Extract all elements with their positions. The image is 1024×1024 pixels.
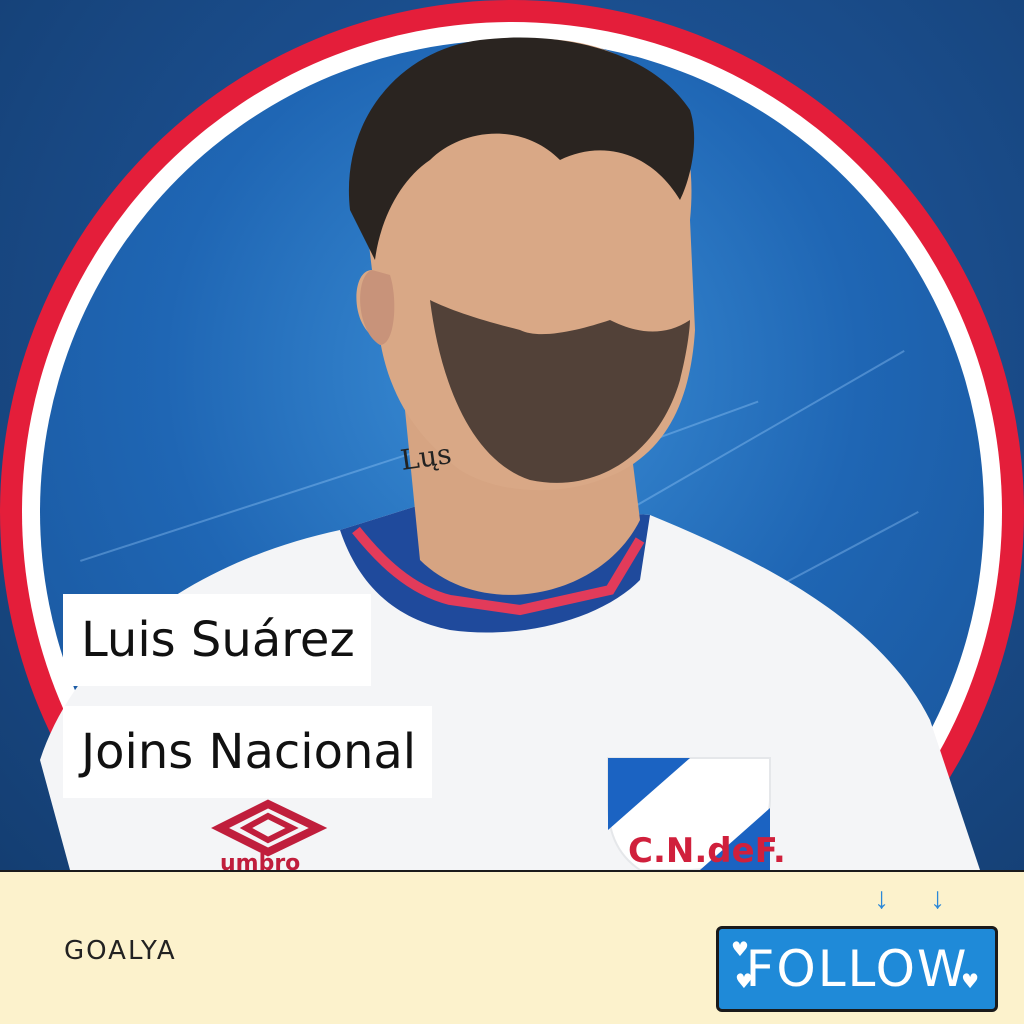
caption-line-1: Luis Suárez <box>63 594 371 686</box>
arrow-down-icon: ↓ <box>874 882 889 915</box>
heart-icon: ♥ <box>961 969 981 993</box>
heart-icon: ♥ <box>731 937 751 961</box>
svg-text:Lųs: Lųs <box>398 437 453 477</box>
crest-text: C.N.deF. <box>628 831 786 870</box>
brand-name: GOALYA <box>64 936 177 966</box>
caption-line-2: Joins Nacional <box>63 706 433 798</box>
arrow-down-icon: ↓ <box>930 882 945 915</box>
crest-icon: C.N.deF. <box>607 757 786 870</box>
post-card: Lųs umbro C.N.deF. Luis Suárez Joins Nac… <box>0 0 1024 1024</box>
caption-line-2-text: Joins Nacional <box>81 724 417 780</box>
follow-button[interactable]: ♥ ♥ ♥ FOLLOW <box>716 926 998 1012</box>
footer-bar: GOALYA ↓ ↓ ♥ ♥ ♥ FOLLOW <box>0 870 1024 1024</box>
hero-image: Lųs umbro C.N.deF. Luis Suárez Joins Nac… <box>0 0 1024 870</box>
caption-line-1-text: Luis Suárez <box>81 612 355 668</box>
jersey-brand-text: umbro <box>220 851 300 870</box>
follow-label: FOLLOW <box>745 940 969 998</box>
heart-icon: ♥ <box>735 969 755 993</box>
